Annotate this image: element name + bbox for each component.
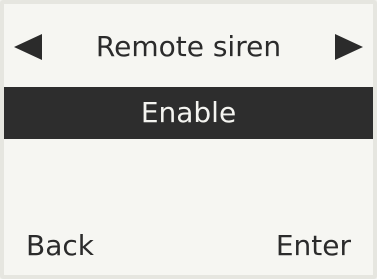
previous-arrow-icon[interactable] [14, 34, 42, 60]
back-softkey[interactable]: Back [26, 229, 94, 263]
menu-header: Remote siren [4, 22, 373, 72]
lcd-screen: Remote siren Enable Back Enter [0, 0, 377, 279]
next-arrow-icon[interactable] [335, 34, 363, 60]
enter-softkey[interactable]: Enter [276, 229, 351, 263]
menu-title: Remote siren [95, 30, 282, 63]
selected-option-label: Enable [140, 96, 237, 129]
selected-option-row[interactable]: Enable [4, 87, 373, 139]
